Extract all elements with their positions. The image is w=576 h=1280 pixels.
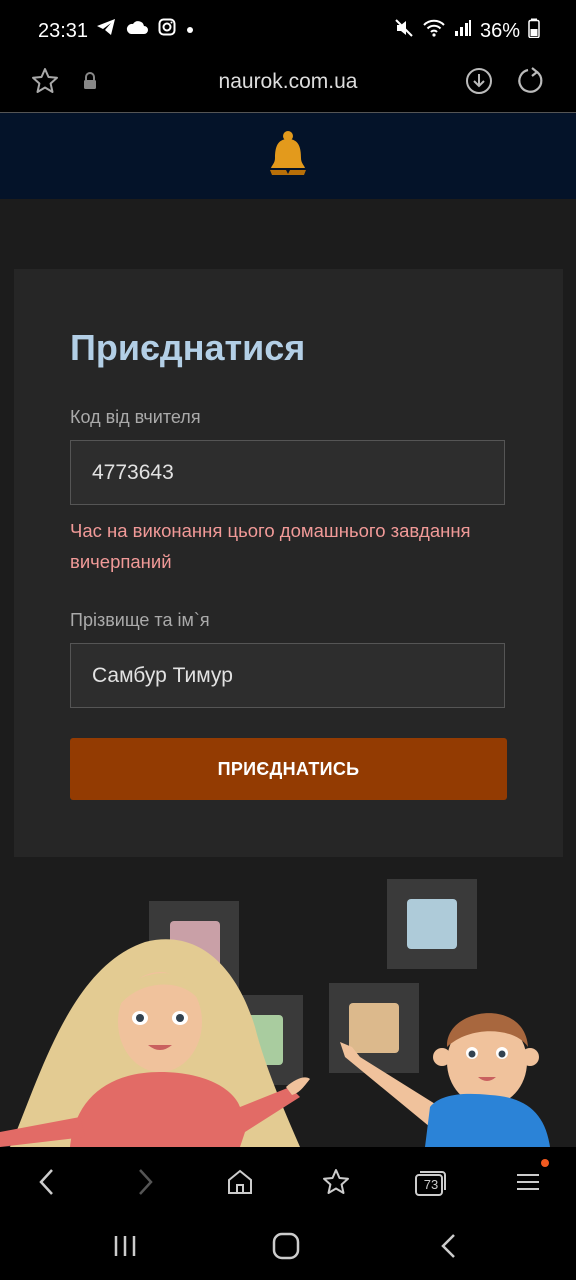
full-name-label: Прізвище та ім`я [70, 610, 210, 630]
recents-icon[interactable] [108, 1229, 142, 1263]
battery-text: 36% [479, 19, 520, 42]
battery-icon [528, 18, 540, 44]
home-icon[interactable] [223, 1165, 257, 1199]
error-message: Час на виконання цього домашнього завдан… [70, 520, 471, 572]
system-home-icon[interactable] [269, 1229, 303, 1263]
wifi-icon [422, 18, 446, 44]
full-name-input[interactable]: Самбур Тимур [70, 643, 505, 708]
address-bar: naurok.com.ua [0, 52, 576, 113]
bell-logo-icon[interactable] [266, 130, 310, 187]
download-icon[interactable] [465, 67, 493, 100]
page-title: Приєднатися [70, 327, 306, 368]
system-back-icon[interactable] [432, 1229, 466, 1263]
kids-illustration [0, 857, 576, 1147]
telegram-icon [96, 18, 116, 41]
system-navigation-bar [0, 1213, 576, 1280]
status-time: 23:31 [38, 20, 89, 42]
bookmarks-icon[interactable] [319, 1165, 353, 1199]
teacher-code-input[interactable]: 4773643 [70, 440, 505, 505]
menu-notification-dot [541, 1159, 549, 1167]
site-header [0, 113, 576, 199]
cloud-icon [126, 19, 148, 40]
reload-icon[interactable] [516, 67, 544, 100]
tabs-button[interactable]: 73 [413, 1165, 447, 1199]
teacher-code-label: Код від вчителя [70, 407, 201, 427]
browser-bottom-bar: 73 [0, 1147, 576, 1213]
join-form-card: Приєднатися Код від вчителя 4773643 Час … [14, 269, 563, 857]
menu-icon[interactable] [511, 1159, 549, 1199]
instagram-icon [158, 18, 176, 41]
forward-icon[interactable] [128, 1165, 162, 1199]
mute-icon [394, 18, 414, 44]
notification-dot-icon [186, 21, 194, 39]
join-button[interactable]: ПРИЄДНАТИСЬ [70, 738, 507, 800]
signal-icon [454, 19, 472, 43]
back-icon[interactable] [30, 1165, 64, 1199]
tabs-count: 73 [423, 1177, 439, 1192]
